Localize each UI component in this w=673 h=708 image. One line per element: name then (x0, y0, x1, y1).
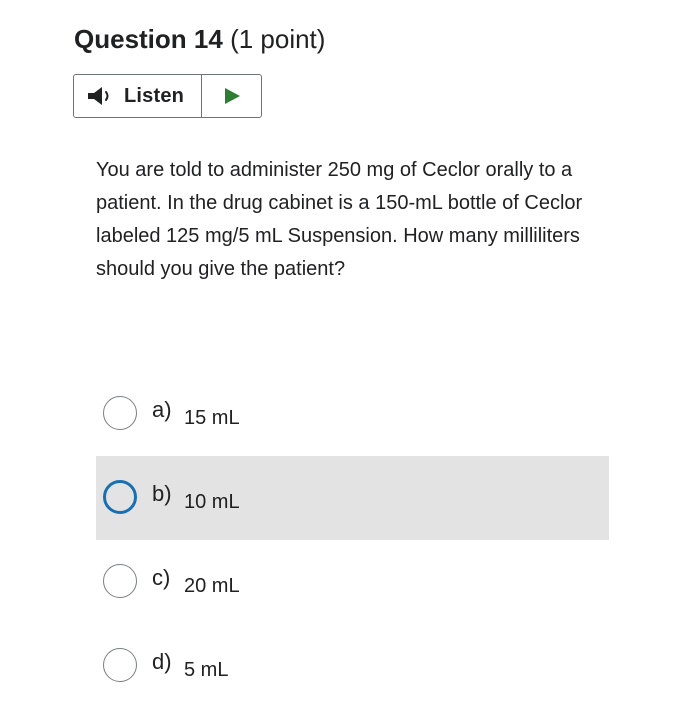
option-letter: d) (152, 649, 172, 674)
option-letter: a) (152, 397, 172, 422)
question-text: You are told to administer 250 mg of Cec… (96, 159, 583, 280)
option-text: 10 mL (184, 491, 240, 513)
option-d[interactable]: d) 5 mL (96, 624, 609, 708)
radio-button[interactable] (103, 480, 137, 514)
listen-label: Listen (124, 84, 185, 107)
question-points: (1 point) (230, 24, 326, 54)
play-button[interactable] (202, 75, 261, 117)
option-letter: c) (152, 565, 171, 590)
question-number: Question 14 (74, 24, 223, 54)
option-text: 15 mL (184, 407, 240, 429)
radio-button[interactable] (103, 564, 137, 598)
option-text: 20 mL (184, 575, 240, 597)
option-c[interactable]: c) 20 mL (96, 540, 609, 624)
option-b[interactable]: b) 10 mL (96, 456, 609, 540)
speaker-icon (88, 87, 109, 105)
radio-button[interactable] (103, 648, 137, 682)
option-a[interactable]: a) 15 mL (96, 372, 609, 456)
answer-options: a) 15 mL b) 10 mL c) 20 mL d) 5 mL (96, 372, 609, 708)
radio-button[interactable] (103, 396, 137, 430)
play-icon (224, 88, 240, 104)
listen-widget: Listen (73, 74, 262, 118)
option-letter: b) (152, 481, 172, 506)
option-text: 5 mL (184, 659, 229, 681)
question-header: Question 14 (1 point) (74, 22, 325, 56)
listen-button[interactable]: Listen (74, 75, 202, 117)
